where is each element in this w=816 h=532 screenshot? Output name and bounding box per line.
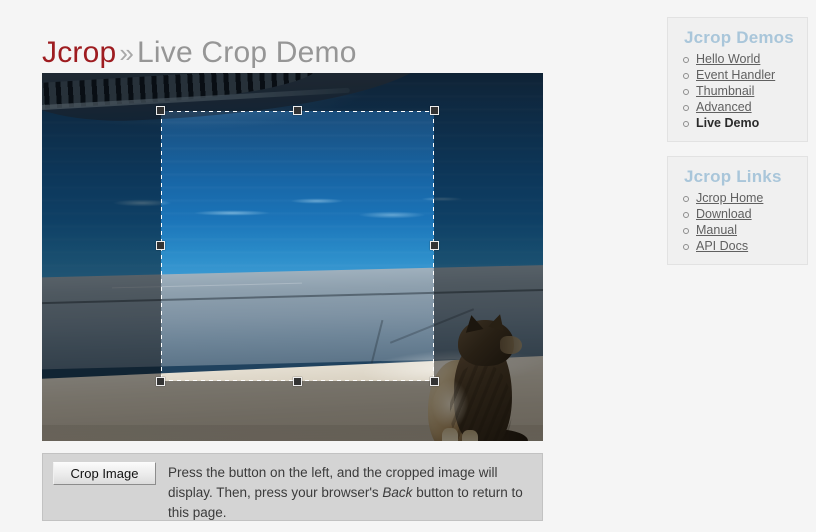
page-title: Jcrop» Live Crop Demo (42, 36, 357, 70)
jcrop-selection[interactable] (156, 106, 439, 386)
list-item: Advanced (683, 99, 797, 115)
jcrop-shade-bottom (42, 381, 543, 441)
list-item: API Docs (683, 238, 797, 254)
sidebar-item-jcrop-home[interactable]: Jcrop Home (696, 191, 763, 205)
sidebar-item-api-docs[interactable]: API Docs (696, 239, 748, 253)
crop-image-button[interactable]: Crop Image (53, 462, 156, 485)
resize-handle-southwest[interactable] (156, 377, 165, 386)
crop-help-text-emphasis: Back (382, 485, 413, 500)
sidebar-item-download[interactable]: Download (696, 207, 752, 221)
resize-handle-west[interactable] (156, 241, 165, 250)
sidebar-item-advanced[interactable]: Advanced (696, 100, 752, 114)
list-item: Hello World (683, 51, 797, 67)
sidebar-item-hello-world[interactable]: Hello World (696, 52, 760, 66)
sidebar-item-event-handler[interactable]: Event Handler (696, 68, 775, 82)
resize-handle-north[interactable] (292, 106, 302, 115)
list-item: Manual (683, 222, 797, 238)
resize-handle-northwest[interactable] (156, 106, 165, 115)
sidebar-item-manual[interactable]: Manual (696, 223, 737, 237)
sidebar-item-live-demo: Live Demo (696, 116, 760, 130)
sidebar-demos-list: Hello World Event Handler Thumbnail Adva… (678, 51, 797, 131)
crop-help-text: Press the button on the left, and the cr… (168, 462, 532, 520)
page-title-separator: » (119, 38, 135, 69)
sidebar-links-title: Jcrop Links (684, 167, 782, 186)
sidebar-box-links: Jcrop Links Jcrop Home Download Manual A… (667, 156, 808, 265)
page-root: Jcrop» Live Crop Demo Crop Image Press t… (0, 0, 816, 532)
resize-handle-southeast[interactable] (430, 377, 439, 386)
resize-handle-east[interactable] (430, 241, 439, 250)
sidebar-item-thumbnail[interactable]: Thumbnail (696, 84, 754, 98)
list-item: Event Handler (683, 67, 797, 83)
jcrop-shade-left (42, 111, 161, 381)
page-title-subtitle: Live Crop Demo (137, 36, 357, 70)
jcrop-holder[interactable] (42, 73, 543, 441)
crop-stage[interactable] (42, 73, 543, 441)
sidebar-box-demos: Jcrop Demos Hello World Event Handler Th… (667, 17, 808, 142)
list-item: Live Demo (683, 115, 797, 131)
jcrop-shade-right (434, 111, 543, 381)
list-item: Jcrop Home (683, 190, 797, 206)
resize-handle-northeast[interactable] (430, 106, 439, 115)
resize-handle-south[interactable] (292, 377, 302, 386)
sidebar: Jcrop Demos Hello World Event Handler Th… (667, 17, 808, 279)
sidebar-links-list: Jcrop Home Download Manual API Docs (678, 190, 797, 254)
page-title-brand: Jcrop (42, 36, 117, 70)
list-item: Thumbnail (683, 83, 797, 99)
crop-instruction-panel: Crop Image Press the button on the left,… (42, 453, 543, 521)
sidebar-demos-title: Jcrop Demos (684, 28, 794, 47)
list-item: Download (683, 206, 797, 222)
